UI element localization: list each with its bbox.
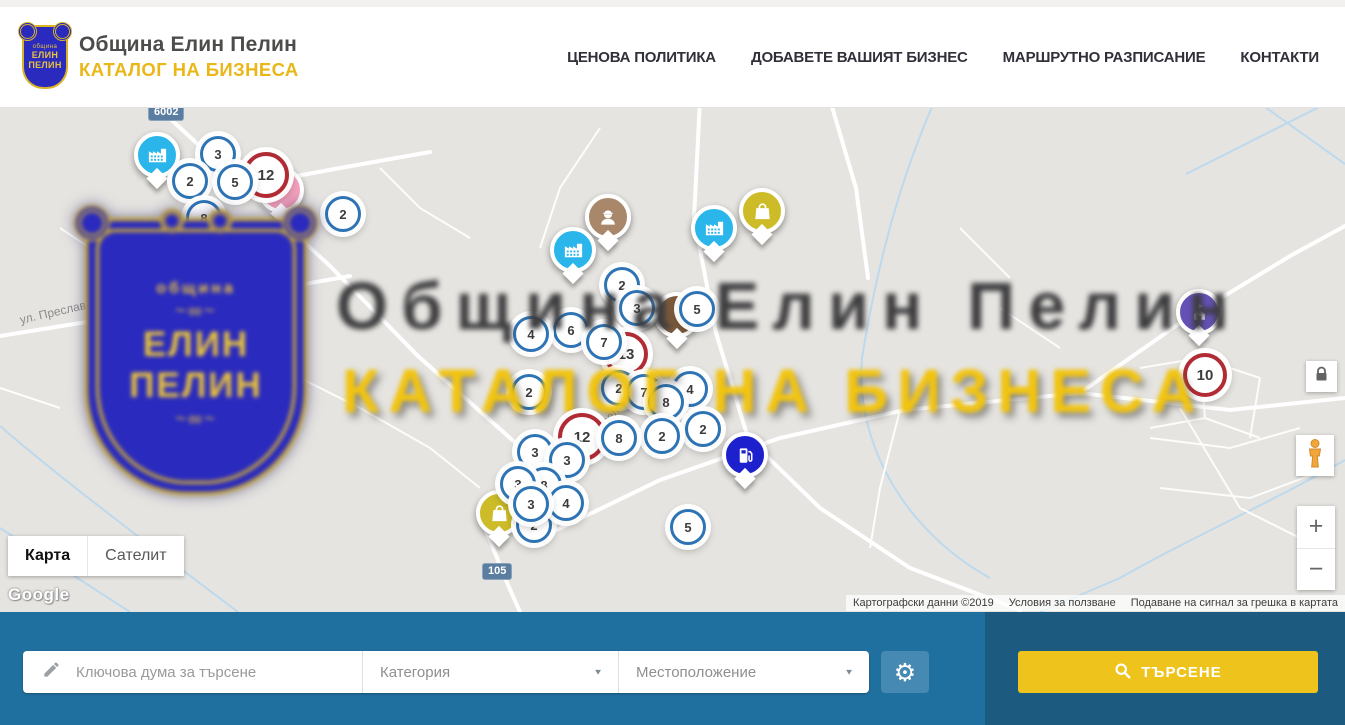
- attribution-link[interactable]: Подаване на сигнал за грешка в картата: [1131, 597, 1338, 609]
- location-select-value: Местоположение: [636, 664, 756, 681]
- street-view-pegman-button[interactable]: [1296, 435, 1334, 476]
- logo-line2: ПЕЛИН: [28, 60, 61, 70]
- search-fields-group: Категория ▼ Местоположение ▼: [23, 651, 869, 693]
- brand-text: Община Елин Пелин КАТАЛОГ НА БИЗНЕСА: [79, 33, 299, 81]
- emblem-curl-icon: [160, 209, 184, 233]
- cluster-count: 3: [214, 147, 221, 162]
- google-logo[interactable]: Google: [8, 585, 70, 605]
- factory-icon: [703, 217, 726, 240]
- cluster-marker[interactable]: 2: [685, 411, 721, 447]
- cluster-count: 5: [684, 520, 691, 535]
- emblem-curl-icon: [74, 205, 110, 241]
- lock-icon: [1314, 366, 1329, 387]
- cluster-marker[interactable]: 3: [517, 434, 553, 470]
- municipality-logo[interactable]: община ЕЛИН ПЕЛИН: [22, 25, 68, 89]
- emblem-curl-icon: [282, 205, 318, 241]
- shopping-bag-pin[interactable]: [739, 188, 785, 234]
- cluster-marker[interactable]: 2: [172, 163, 208, 199]
- emblem-curl-icon: [208, 209, 232, 233]
- cluster-count: 12: [258, 167, 275, 184]
- logo-line1: ЕЛИН: [32, 50, 59, 60]
- cluster-marker[interactable]: 4: [548, 485, 584, 521]
- fullscreen-lock-button[interactable]: [1306, 361, 1337, 392]
- emblem-name-line2: ПЕЛИН: [129, 366, 263, 406]
- zoom-in-button[interactable]: +: [1297, 506, 1335, 548]
- worker-pin[interactable]: [585, 194, 631, 240]
- pencil-icon: [42, 660, 61, 684]
- factory-pin[interactable]: [691, 205, 737, 251]
- cluster-marker[interactable]: 2: [644, 418, 680, 454]
- nav-item-1[interactable]: ЦЕНОВА ПОЛИТИКА: [567, 49, 716, 66]
- cluster-count: 3: [531, 445, 538, 460]
- cluster-count: 2: [186, 174, 193, 189]
- location-select[interactable]: Местоположение ▼: [618, 651, 869, 693]
- factory-icon: [146, 144, 169, 167]
- watermark-emblem: община ~∞~ ЕЛИН ПЕЛИН ~∞~: [85, 218, 307, 495]
- keyword-search-input[interactable]: [74, 663, 362, 682]
- cluster-count: 5: [231, 175, 238, 190]
- nav-item-3[interactable]: МАРШРУТНО РАЗПИСАНИЕ: [1003, 49, 1206, 66]
- search-bar: Категория ▼ Местоположение ▼ ⚙ ТЪРСЕНЕ: [0, 612, 1345, 725]
- search-button[interactable]: ТЪРСЕНЕ: [1018, 651, 1318, 693]
- cluster-marker[interactable]: 3: [513, 486, 549, 522]
- map-type-control: Карта Сателит: [8, 536, 184, 576]
- road-number-label: 6002: [148, 108, 184, 121]
- category-select-value: Категория: [380, 664, 450, 681]
- pegman-icon: [1304, 438, 1326, 474]
- keyword-field-wrap: [23, 651, 362, 693]
- gear-icon: ⚙: [894, 660, 916, 685]
- fuel-icon: [734, 444, 757, 467]
- cluster-count: 3: [563, 453, 570, 468]
- attribution-text: Картографски данни ©2019: [853, 597, 994, 609]
- map-attribution: Картографски данни ©2019 Условия за ползв…: [846, 595, 1345, 611]
- map-type-map-button[interactable]: Карта: [8, 536, 87, 576]
- nav-item-2[interactable]: ДОБАВЕТЕ ВАШИЯТ БИЗНЕС: [751, 49, 968, 66]
- emblem-ornament: ~∞~: [175, 410, 217, 429]
- emblem-ornament: ~∞~: [175, 302, 217, 321]
- cluster-marker[interactable]: 5: [217, 164, 253, 200]
- map-type-satellite-button[interactable]: Сателит: [87, 536, 183, 576]
- cluster-count: 4: [562, 496, 569, 511]
- advanced-settings-button[interactable]: ⚙: [881, 651, 929, 693]
- site-subtitle: КАТАЛОГ НА БИЗНЕСА: [79, 59, 299, 81]
- emblem-name-line1: ЕЛИН: [143, 325, 249, 365]
- category-select[interactable]: Категория ▼: [362, 651, 618, 693]
- header: община ЕЛИН ПЕЛИН Община Елин Пелин КАТА…: [0, 0, 1345, 108]
- factory-pin[interactable]: [134, 132, 180, 178]
- cluster-marker[interactable]: 2: [325, 196, 361, 232]
- zoom-out-button[interactable]: −: [1297, 548, 1335, 591]
- bag-icon: [488, 502, 511, 525]
- cluster-count: 2: [658, 429, 665, 444]
- page: община ЕЛИН ПЕЛИН Община Елин Пелин КАТА…: [0, 0, 1345, 725]
- emblem-top-text: община: [156, 280, 236, 298]
- worker-icon: [596, 205, 620, 229]
- cluster-marker[interactable]: 8: [601, 420, 637, 456]
- cluster-count: 2: [339, 207, 346, 222]
- watermark-title: Община Елин Пелин: [336, 268, 1242, 345]
- cluster-marker[interactable]: 5: [670, 509, 706, 545]
- attribution-link[interactable]: Условия за ползване: [1009, 597, 1116, 609]
- factory-icon: [562, 239, 585, 262]
- chevron-down-icon: ▼: [844, 668, 854, 677]
- cluster-count: 12: [574, 429, 591, 446]
- main-nav: ЦЕНОВА ПОЛИТИКА ДОБАВЕТЕ ВАШИЯТ БИЗНЕС МАР…: [567, 49, 1319, 66]
- site-title: Община Елин Пелин: [79, 33, 299, 57]
- cluster-count: 3: [527, 497, 534, 512]
- factory-pin[interactable]: [550, 227, 596, 273]
- zoom-control: + −: [1297, 506, 1335, 590]
- nav-item-4[interactable]: КОНТАКТИ: [1240, 49, 1319, 66]
- road-number-label: 105: [482, 563, 512, 580]
- chevron-down-icon: ▼: [593, 668, 603, 677]
- bag-icon: [751, 200, 774, 223]
- watermark-subtitle: КАТАЛОГ НА БИЗНЕСА: [342, 356, 1205, 426]
- search-icon: [1114, 662, 1131, 683]
- cluster-count: 2: [699, 422, 706, 437]
- fuel-station-pin[interactable]: [722, 432, 768, 478]
- search-button-label: ТЪРСЕНЕ: [1141, 664, 1222, 681]
- map-canvas[interactable]: 32512282356471322748128223338342510 6002…: [0, 108, 1345, 612]
- cluster-count: 8: [615, 431, 622, 446]
